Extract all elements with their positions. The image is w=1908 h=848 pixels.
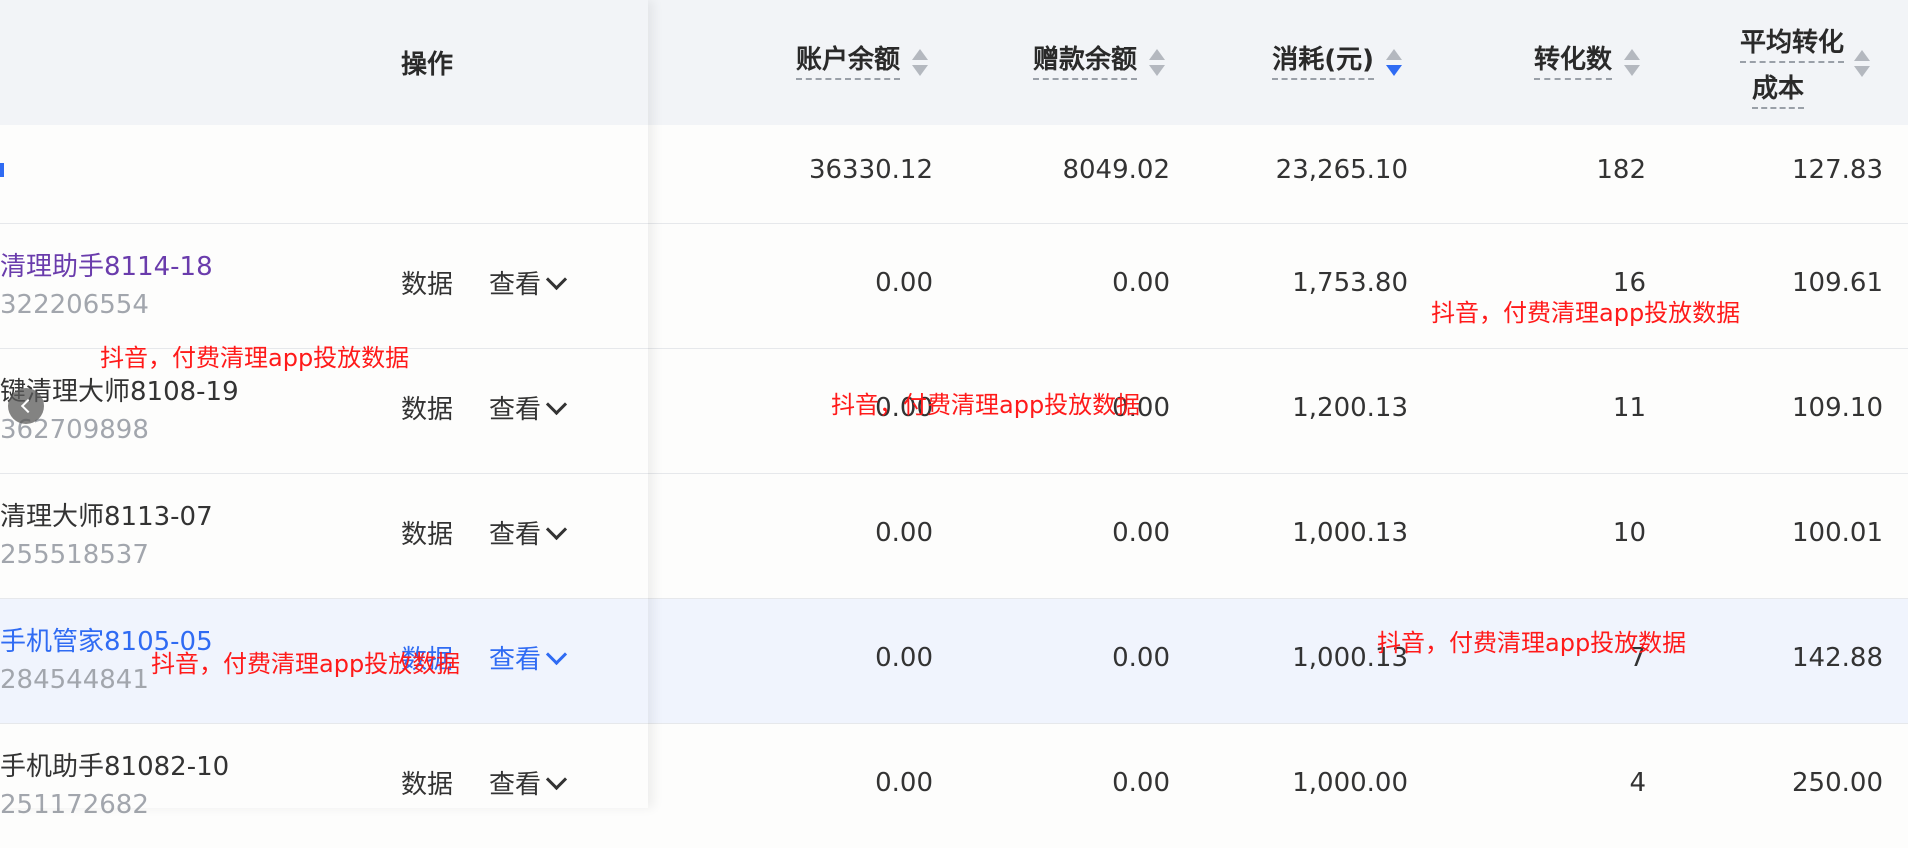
account-id: 251172682 xyxy=(0,790,149,820)
sort-caret-icon[interactable] xyxy=(1854,48,1870,80)
chevron-down-icon xyxy=(545,643,568,666)
account-id: 322206554 xyxy=(0,290,149,320)
data-link[interactable]: 数据 xyxy=(401,764,453,801)
cell-conversions: 16 xyxy=(1612,268,1646,298)
header-conversions[interactable]: 转化数 xyxy=(1533,0,1640,125)
cell-balance: 0.00 xyxy=(875,643,933,673)
ad-accounts-table: 操作 账户余额 赠款余额 消耗(元) 转化数 平均转化 成本 36330.12 … xyxy=(0,0,1908,848)
chevron-left-icon[interactable] xyxy=(8,388,44,424)
view-dropdown[interactable]: 查看 xyxy=(489,389,568,426)
data-link[interactable]: 数据 xyxy=(401,514,453,551)
table-row[interactable]: 手机助手81082-10 251172682 数据 查看 0.00 0.00 1… xyxy=(0,724,1908,848)
table-row[interactable]: 键清理大师8108-19 362709898 数据 查看 0.00 0.00 1… xyxy=(0,349,1908,474)
view-dropdown[interactable]: 查看 xyxy=(489,764,568,801)
data-link[interactable]: 数据 xyxy=(401,389,453,426)
table-row[interactable]: 手机管家8105-05 284544841 数据 查看 0.00 0.00 1,… xyxy=(0,599,1908,724)
cell-avg-cost: 100.01 xyxy=(1792,518,1883,548)
cell-balance: 0.00 xyxy=(875,393,933,423)
account-name-link[interactable]: 手机助手81082-10 xyxy=(0,746,229,783)
cell-spend: 1,000.13 xyxy=(1292,643,1408,673)
cell-conversions: 7 xyxy=(1629,643,1646,673)
summary-balance: 36330.12 xyxy=(808,155,933,185)
summary-bonus-balance: 8049.02 xyxy=(1062,155,1170,185)
view-dropdown[interactable]: 查看 xyxy=(489,639,568,676)
cell-avg-cost: 142.88 xyxy=(1792,643,1883,673)
view-dropdown[interactable]: 查看 xyxy=(489,514,568,551)
summary-spend: 23,265.10 xyxy=(1275,155,1408,185)
header-spend[interactable]: 消耗(元) xyxy=(1272,0,1402,125)
cell-avg-cost: 250.00 xyxy=(1792,768,1883,798)
cell-avg-cost: 109.10 xyxy=(1792,393,1883,423)
cell-balance: 0.00 xyxy=(875,268,933,298)
row-marker xyxy=(0,163,4,177)
data-link[interactable]: 数据 xyxy=(401,639,453,676)
account-id: 255518537 xyxy=(0,540,149,570)
cell-spend: 1,000.13 xyxy=(1292,518,1408,548)
sort-caret-icon[interactable] xyxy=(1624,47,1640,79)
cell-bonus-balance: 0.00 xyxy=(1112,643,1170,673)
cell-balance: 0.00 xyxy=(875,518,933,548)
sort-caret-icon[interactable] xyxy=(912,47,928,79)
cell-conversions: 11 xyxy=(1612,393,1646,423)
header-bonus-balance[interactable]: 赠款余额 xyxy=(1032,0,1165,125)
table-row[interactable]: 清理助手8114-18 322206554 数据 查看 0.00 0.00 1,… xyxy=(0,224,1908,349)
sort-caret-icon[interactable] xyxy=(1149,47,1165,79)
cell-bonus-balance: 0.00 xyxy=(1112,393,1170,423)
table-header: 操作 账户余额 赠款余额 消耗(元) 转化数 平均转化 成本 xyxy=(0,0,1908,125)
summary-row: 36330.12 8049.02 23,265.10 182 127.83 xyxy=(0,125,1908,224)
cell-spend: 1,000.00 xyxy=(1292,768,1408,798)
table-row[interactable]: 清理大师8113-07 255518537 数据 查看 0.00 0.00 1,… xyxy=(0,474,1908,599)
cell-conversions: 10 xyxy=(1612,518,1646,548)
view-dropdown[interactable]: 查看 xyxy=(489,264,568,301)
cell-bonus-balance: 0.00 xyxy=(1112,268,1170,298)
chevron-down-icon xyxy=(545,393,568,416)
cell-spend: 1,753.80 xyxy=(1292,268,1408,298)
chevron-down-icon xyxy=(545,768,568,791)
cell-spend: 1,200.13 xyxy=(1292,393,1408,423)
summary-avg-cost: 127.83 xyxy=(1792,155,1883,185)
chevron-down-icon xyxy=(545,518,568,541)
cell-bonus-balance: 0.00 xyxy=(1112,518,1170,548)
header-balance[interactable]: 账户余额 xyxy=(795,0,928,125)
data-link[interactable]: 数据 xyxy=(401,264,453,301)
account-name-link[interactable]: 手机管家8105-05 xyxy=(0,621,213,658)
account-name-link[interactable]: 清理助手8114-18 xyxy=(0,246,213,283)
header-operation: 操作 xyxy=(401,50,454,80)
account-name-link[interactable]: 清理大师8113-07 xyxy=(0,496,213,533)
cell-balance: 0.00 xyxy=(875,768,933,798)
cell-avg-cost: 109.61 xyxy=(1792,268,1883,298)
sort-caret-icon[interactable] xyxy=(1386,47,1402,79)
summary-conversions: 182 xyxy=(1596,155,1646,185)
cell-conversions: 4 xyxy=(1629,768,1646,798)
chevron-down-icon xyxy=(545,268,568,291)
account-id: 284544841 xyxy=(0,665,149,695)
cell-bonus-balance: 0.00 xyxy=(1112,768,1170,798)
header-avg-conversion-cost[interactable]: 平均转化 成本 xyxy=(1708,14,1870,114)
